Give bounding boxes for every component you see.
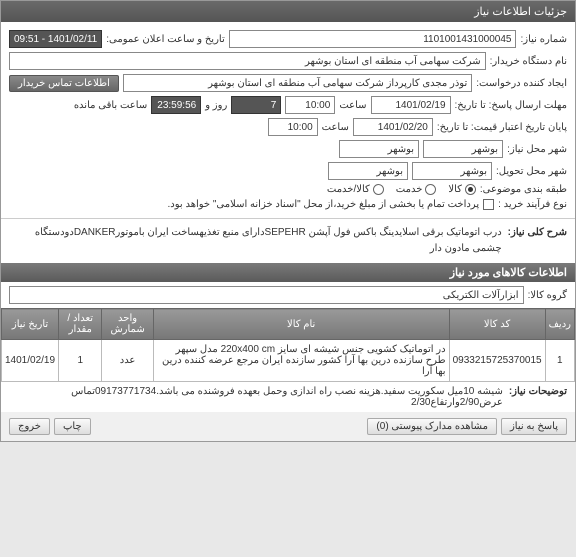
footer-toolbar: پاسخ به نیاز مشاهده مدارک پیوستی (0) چاپ… — [1, 412, 575, 441]
cell-name: در اتوماتیک کشویی جنس شیشه ای سایز 220x4… — [153, 340, 449, 382]
validity-time-label: ساعت — [322, 122, 349, 133]
need-number-field: 1101001431000045 — [229, 30, 517, 48]
remaining-days-field: 7 — [231, 96, 281, 114]
col-row: ردیف — [545, 309, 574, 340]
announce-field: 1401/02/11 - 09:51 — [9, 30, 102, 48]
radio-icon — [373, 184, 384, 195]
radio-checked-icon — [465, 184, 476, 195]
deadline-time-label: ساعت — [339, 100, 366, 111]
treasury-checkbox[interactable] — [483, 199, 494, 210]
window-title: جزئیات اطلاعات نیاز — [474, 6, 567, 18]
summary-box: شرح کلی نیاز: درب اتوماتیک برقی اسلایدین… — [1, 219, 575, 263]
window-titlebar: جزئیات اطلاعات نیاز — [1, 1, 575, 22]
footer-spacer — [95, 418, 364, 435]
requester-label: ایجاد کننده درخواست: — [476, 78, 567, 89]
need-city-field: بوشهر — [339, 140, 419, 158]
deadline-date-field: 1401/02/19 — [371, 96, 451, 114]
need-province-field: بوشهر — [423, 140, 503, 158]
announce-label: تاریخ و ساعت اعلان عمومی: — [106, 34, 225, 45]
table-row: 1 0933215725370015 در اتوماتیک کشویی جنس… — [2, 340, 575, 382]
print-button[interactable]: چاپ — [54, 418, 91, 435]
col-qty: تعداد / مقدار — [59, 309, 102, 340]
details-window: جزئیات اطلاعات نیاز شماره نیاز: 11010014… — [0, 0, 576, 442]
notes-text: شیشه 10میل سکوریت سفید.هزینه نصب راه اند… — [9, 386, 503, 408]
col-date: تاریخ نیاز — [2, 309, 59, 340]
cell-row: 1 — [545, 340, 574, 382]
buy-type-label: نوع فرآیند خرید : — [498, 199, 567, 210]
requester-field: توذر مجدی کارپرداز شرکت سهامی آب منطقه ا… — [123, 74, 472, 92]
form-section: شماره نیاز: 1101001431000045 تاریخ و ساع… — [1, 22, 575, 219]
remaining-days-suffix: روز و — [205, 100, 227, 111]
notes-row: توضیحات نیاز: شیشه 10میل سکوریت سفید.هزی… — [1, 382, 575, 412]
col-name: نام کالا — [153, 309, 449, 340]
validity-label: پایان تاریخ اعتبار قیمت: تا تاریخ: — [437, 122, 567, 133]
radio-icon — [425, 184, 436, 195]
category-radio-group: کالا خدمت کالا/خدمت — [327, 184, 476, 195]
goods-group-label: گروه کالا: — [528, 290, 567, 301]
goods-group-field: ابزارآلات الکتریکی — [9, 286, 524, 304]
contact-buyer-button[interactable]: اطلاعات تماس خریدار — [9, 75, 119, 92]
table-header-row: ردیف کد کالا نام کالا واحد شمارش تعداد /… — [2, 309, 575, 340]
attachments-button[interactable]: مشاهده مدارک پیوستی (0) — [367, 418, 497, 435]
need-number-label: شماره نیاز: — [520, 34, 567, 45]
deadline-label: مهلت ارسال پاسخ: تا تاریخ: — [455, 100, 567, 111]
category-service-label: خدمت — [396, 184, 423, 195]
col-code: کد کالا — [449, 309, 545, 340]
category-label: طبقه بندی موضوعی: — [480, 184, 567, 195]
buyer-label: نام دستگاه خریدار: — [490, 56, 567, 67]
cell-unit: عدد — [102, 340, 153, 382]
category-service-option[interactable]: خدمت — [396, 184, 437, 195]
delivery-province-field: بوشهر — [412, 162, 492, 180]
cell-qty: 1 — [59, 340, 102, 382]
reply-button[interactable]: پاسخ به نیاز — [501, 418, 567, 435]
cell-date: 1401/02/19 — [2, 340, 59, 382]
notes-label: توضیحات نیاز: — [503, 386, 567, 408]
col-unit: واحد شمارش — [102, 309, 153, 340]
delivery-city-label: شهر محل تحویل: — [496, 166, 567, 177]
category-goods-service-label: کالا/خدمت — [327, 184, 370, 195]
buyer-field: شرکت سهامی آب منطقه ای استان بوشهر — [9, 52, 486, 70]
deadline-time-field: 10:00 — [285, 96, 335, 114]
goods-subheader: اطلاعات کالاهای مورد نیاز — [1, 263, 575, 282]
category-goods-option[interactable]: کالا — [448, 184, 476, 195]
category-goods-service-option[interactable]: کالا/خدمت — [327, 184, 384, 195]
goods-table: ردیف کد کالا نام کالا واحد شمارش تعداد /… — [1, 308, 575, 382]
summary-text: درب اتوماتیک برقی اسلایدینگ باکس فول آپش… — [9, 225, 502, 257]
category-goods-label: کالا — [448, 184, 462, 195]
summary-label: شرح کلی نیاز: — [502, 225, 567, 257]
exit-button[interactable]: خروج — [9, 418, 50, 435]
delivery-city-field: بوشهر — [328, 162, 408, 180]
cell-code: 0933215725370015 — [449, 340, 545, 382]
validity-date-field: 1401/02/20 — [353, 118, 433, 136]
buy-type-note: پرداخت تمام یا بخشی از مبلغ خرید،از محل … — [168, 199, 480, 210]
remaining-time-field: 23:59:56 — [151, 96, 201, 114]
need-city-label: شهر محل نیاز: — [507, 144, 567, 155]
remaining-time-suffix: ساعت باقی مانده — [74, 100, 147, 111]
validity-time-field: 10:00 — [268, 118, 318, 136]
